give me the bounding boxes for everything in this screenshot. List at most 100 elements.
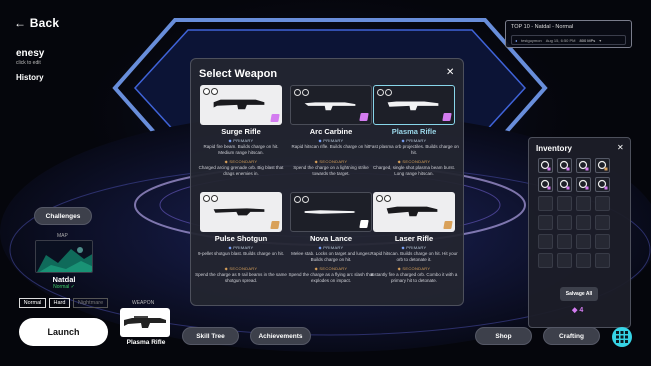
inventory-slot[interactable] [538,215,553,230]
rarity-icon [270,114,280,122]
primary-label-text: PRIMARY [233,138,254,143]
secondary-label: ◆ SECONDARY [195,266,287,271]
weapon-card[interactable] [373,192,455,232]
weapon-icon [387,101,439,111]
secondary-description: Spend the charge on a lightning strike t… [293,165,369,176]
difficulty-nightmare[interactable]: Nightmare [73,298,108,308]
secondary-label: ◆ SECONDARY [368,266,460,271]
weapon-icon [213,208,265,216]
inventory-slot[interactable] [557,196,572,211]
weapon-slot[interactable] [120,308,170,337]
inventory-slot[interactable] [595,253,610,268]
back-button[interactable]: ← Back [14,16,59,30]
inventory-slot[interactable] [557,253,572,268]
inventory-slot[interactable] [595,234,610,249]
perk-icon [211,88,218,95]
item-icon [559,160,570,171]
inventory-slot[interactable] [595,158,610,173]
inventory-slot[interactable] [538,196,553,211]
primary-label-text: PRIMARY [233,245,254,250]
inventory-slot[interactable] [576,253,591,268]
weapon-card[interactable] [290,85,372,125]
inventory-slot[interactable] [595,215,610,230]
shop-button[interactable]: Shop [475,327,532,345]
primary-icon: ◆ [228,138,232,143]
weapon-icon [304,102,356,111]
leaderboard-row[interactable]: ◂ testguymon Aug 15, 6:50 PM 800 MPs ▾ [511,35,626,45]
inventory-slot[interactable] [538,177,553,192]
weapon-card[interactable] [373,85,455,125]
rarity-icon [359,220,369,228]
history-link[interactable]: History [16,73,44,82]
weapon-name: Pulse Shotgun [214,234,268,243]
primary-label: ◆ PRIMARY [195,245,287,250]
secondary-description: Spend the charge as 9 rail beams in the … [195,272,287,283]
inventory-slot[interactable] [557,215,572,230]
primary-label: ◆ PRIMARY [195,138,287,143]
rarity-icon [443,221,453,229]
map-label: MAP [57,233,68,239]
primary-label-text: PRIMARY [323,245,344,250]
weapon-name: Plasma Rifle [391,127,437,136]
grid-menu-button[interactable] [612,327,632,347]
launch-button[interactable]: Launch [19,318,108,346]
secondary-label-text: SECONDARY [402,159,431,164]
primary-label: ◆ PRIMARY [285,138,377,143]
close-icon[interactable]: ✕ [617,143,624,152]
perk-icon [203,88,210,95]
inventory-slot[interactable] [557,234,572,249]
inventory-slot[interactable] [538,158,553,173]
weapon-card[interactable] [200,192,282,232]
item-icon [578,160,589,171]
secondary-description: Spend the charge as a flying arc slash t… [288,272,374,283]
inventory-slot[interactable] [538,253,553,268]
close-icon[interactable]: ✕ [446,67,454,78]
primary-description: Rapid hitscan. Builds charge on hit. Hit… [370,251,458,262]
secondary-icon: ◆ [397,159,401,164]
primary-label: ◆ PRIMARY [368,138,460,143]
crafting-button[interactable]: Crafting [543,327,600,345]
gem-icon: ◆ [572,307,578,314]
perk-icon [203,195,210,202]
map-thumbnail[interactable] [35,240,93,273]
item-icon [540,179,551,190]
primary-label: ◆ PRIMARY [285,245,377,250]
inventory-title: Inventory [536,144,573,153]
secondary-description: Charged arcing grenade orb. Big blast th… [198,165,284,176]
arrow-left-icon: ← [14,16,27,30]
perk-icon [376,195,383,202]
salvage-all-button[interactable]: Salvage All [560,287,598,301]
primary-icon: ◆ [318,245,322,250]
skill-tree-button[interactable]: Skill Tree [182,327,239,345]
primary-icon: ◆ [401,138,405,143]
item-icon [540,160,551,171]
plasma-rifle-icon [124,316,166,328]
weapon-slot-name: Plasma Rifle [126,339,166,346]
inventory-slot[interactable] [576,234,591,249]
primary-label: ◆ PRIMARY [368,245,460,250]
weapon-name: Arc Carbine [309,127,353,136]
difficulty-normal[interactable]: Normal [19,298,46,308]
item-icon [597,160,608,171]
inventory-slot[interactable] [576,215,591,230]
challenges-button[interactable]: Challenges [34,207,92,225]
weapon-card[interactable] [290,192,372,232]
primary-label-text: PRIMARY [406,138,427,143]
inventory-slot[interactable] [576,158,591,173]
inventory-slot[interactable] [538,234,553,249]
rarity-icon [359,113,369,121]
inventory-slot[interactable] [557,177,572,192]
difficulty-hard[interactable]: Hard [49,298,70,308]
weapon-card[interactable] [200,85,282,125]
secondary-icon: ◆ [397,266,401,271]
inventory-slot[interactable] [576,196,591,211]
inventory-slot[interactable] [557,158,572,173]
inventory-slot[interactable] [576,177,591,192]
achievements-button[interactable]: Achievements [250,327,311,345]
perk-icon [302,89,309,96]
weapon-slot-label: WEAPON [132,300,155,306]
profile-name[interactable]: enesy click to edit [16,48,44,66]
inventory-slot[interactable] [595,196,610,211]
inventory-slot[interactable] [595,177,610,192]
chevron-down-icon: ▾ [599,37,602,43]
